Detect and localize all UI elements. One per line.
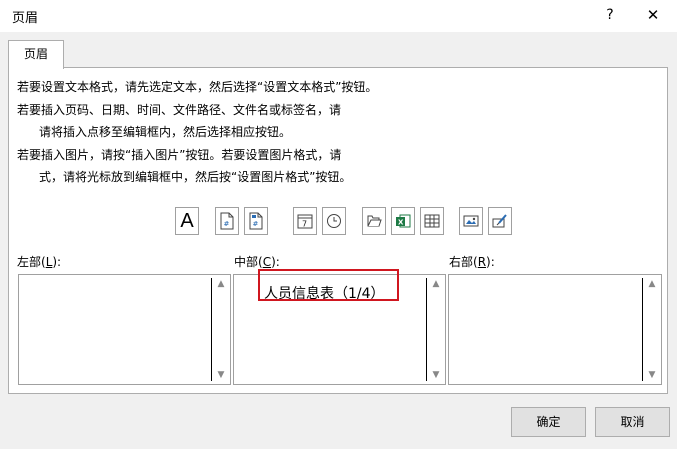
insert-picture-button[interactable]: [459, 207, 483, 235]
instruction-line: 若要设置文本格式，请先选定文本，然后选择“设置文本格式”按钮。: [17, 80, 378, 94]
insert-page-number-button[interactable]: #: [215, 207, 239, 235]
insert-page-count-button[interactable]: #: [244, 207, 268, 235]
right-section-editbox[interactable]: ▲ ▼: [448, 274, 662, 385]
instruction-line: 若要插入图片，请按“插入图片”按钮。若要设置图片格式，请: [17, 147, 342, 162]
left-label-prefix: 左部(: [17, 255, 46, 269]
clock-icon: [327, 214, 341, 228]
sheet-grid-icon: [424, 214, 440, 228]
insert-date-button[interactable]: 7: [293, 207, 317, 235]
left-section-editbox[interactable]: ▲ ▼: [18, 274, 231, 385]
calendar-icon: 7: [297, 214, 313, 229]
ok-button[interactable]: 确定: [511, 407, 586, 437]
right-scrollbar-divider: [642, 278, 643, 381]
help-button[interactable]: ?: [600, 5, 620, 25]
excel-file-icon: X: [396, 214, 411, 228]
insert-file-name-button[interactable]: X: [391, 207, 415, 235]
page-count-icon: #: [249, 212, 263, 230]
cancel-button[interactable]: 取消: [595, 407, 670, 437]
svg-text:X: X: [398, 219, 404, 227]
center-label-prefix: 中部(: [234, 255, 263, 269]
center-label-hotkey: C: [262, 255, 272, 269]
left-scrollbar-divider: [211, 278, 212, 381]
insert-file-path-button[interactable]: [362, 207, 386, 235]
left-scroll-up-icon[interactable]: ▲: [214, 277, 228, 291]
left-scroll-down-icon[interactable]: ▼: [214, 368, 228, 382]
format-text-button[interactable]: A: [175, 207, 199, 235]
highlight-annotation: [258, 269, 399, 301]
close-button[interactable]: ✕: [641, 5, 665, 25]
header-panel: 若要设置文本格式，请先选定文本，然后选择“设置文本格式”按钮。 若要插入页码、日…: [8, 67, 668, 394]
left-section-label: 左部(L):: [17, 253, 61, 270]
right-scroll-down-icon[interactable]: ▼: [645, 368, 659, 382]
center-label-suffix: ):: [271, 255, 280, 269]
font-a-icon: A: [180, 209, 194, 232]
right-label-prefix: 右部(: [449, 255, 478, 269]
instructions-text: 若要设置文本格式，请先选定文本，然后选择“设置文本格式”按钮。 若要插入页码、日…: [17, 76, 657, 189]
right-section-label: 右部(R):: [449, 253, 495, 270]
insert-time-button[interactable]: [322, 207, 346, 235]
center-scroll-up-icon[interactable]: ▲: [429, 277, 443, 291]
svg-text:7: 7: [302, 220, 307, 229]
right-label-hotkey: R: [477, 255, 487, 269]
instruction-line: 若要插入页码、日期、时间、文件路径、文件名或标签名，请: [17, 102, 342, 117]
center-scroll-down-icon[interactable]: ▼: [429, 368, 443, 382]
svg-text:#: #: [253, 220, 259, 228]
center-scrollbar-divider: [426, 278, 427, 381]
dialog-title: 页眉: [12, 11, 39, 26]
tab-header[interactable]: 页眉: [8, 40, 64, 69]
left-label-suffix: ):: [52, 255, 62, 269]
insert-sheet-name-button[interactable]: [420, 207, 444, 235]
format-picture-button[interactable]: [488, 207, 512, 235]
svg-text:#: #: [224, 220, 230, 228]
instruction-line: 式，请将光标放到编辑框中，然后按“设置图片格式”按钮。: [39, 170, 352, 184]
right-scroll-up-icon[interactable]: ▲: [645, 277, 659, 291]
center-section-label: 中部(C):: [234, 253, 280, 270]
right-label-suffix: ):: [486, 255, 495, 269]
instruction-line: 请将插入点移至编辑框内，然后选择相应按钮。: [39, 125, 292, 139]
folder-icon: [367, 215, 382, 227]
title-bar: 页眉 ? ✕: [0, 0, 677, 32]
picture-icon: [463, 215, 479, 227]
page-number-icon: #: [220, 212, 234, 230]
format-picture-icon: [492, 214, 507, 228]
